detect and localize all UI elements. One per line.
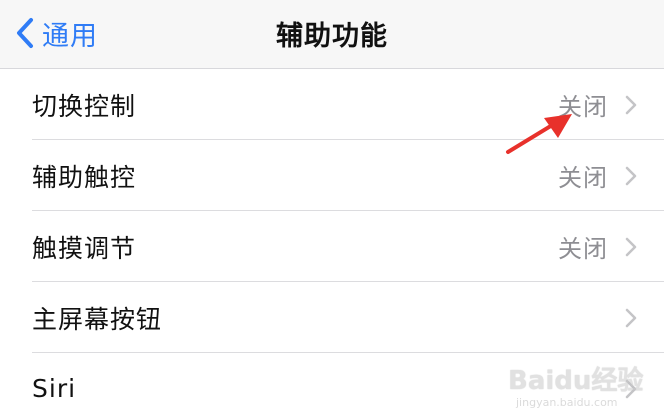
watermark-url: jingyan.baidu.com (516, 396, 618, 409)
row-label: 切换控制 (32, 91, 137, 121)
watermark-brand: Baidu经验 (508, 366, 644, 396)
page-title: 辅助功能 (276, 21, 388, 52)
row-label: Siri (32, 374, 77, 403)
row-label: 主屏幕按钮 (32, 304, 163, 334)
baidu-jingyan-watermark: Baidu经验 jingyan.baidu.com (508, 348, 658, 414)
navigation-bar: 通用 辅助功能 (0, 0, 664, 69)
row-label: 辅助触控 (32, 162, 137, 192)
chevron-right-icon (625, 95, 637, 114)
row-value: 关闭 (558, 235, 608, 263)
accessibility-settings-screen: 通用 辅助功能 切换控制 关闭 辅助触控 关闭 触摸调节 关闭 主屏幕按钮 Si… (0, 0, 664, 419)
chevron-right-icon (625, 237, 637, 256)
row-touch-accommodations[interactable]: 触摸调节 关闭 (0, 211, 664, 282)
row-value: 关闭 (558, 164, 608, 192)
chevron-right-icon (625, 308, 637, 327)
chevron-right-icon (625, 166, 637, 185)
row-label: 触摸调节 (32, 233, 137, 263)
red-arrow-annotation (506, 114, 572, 154)
row-home-button[interactable]: 主屏幕按钮 (0, 282, 664, 353)
